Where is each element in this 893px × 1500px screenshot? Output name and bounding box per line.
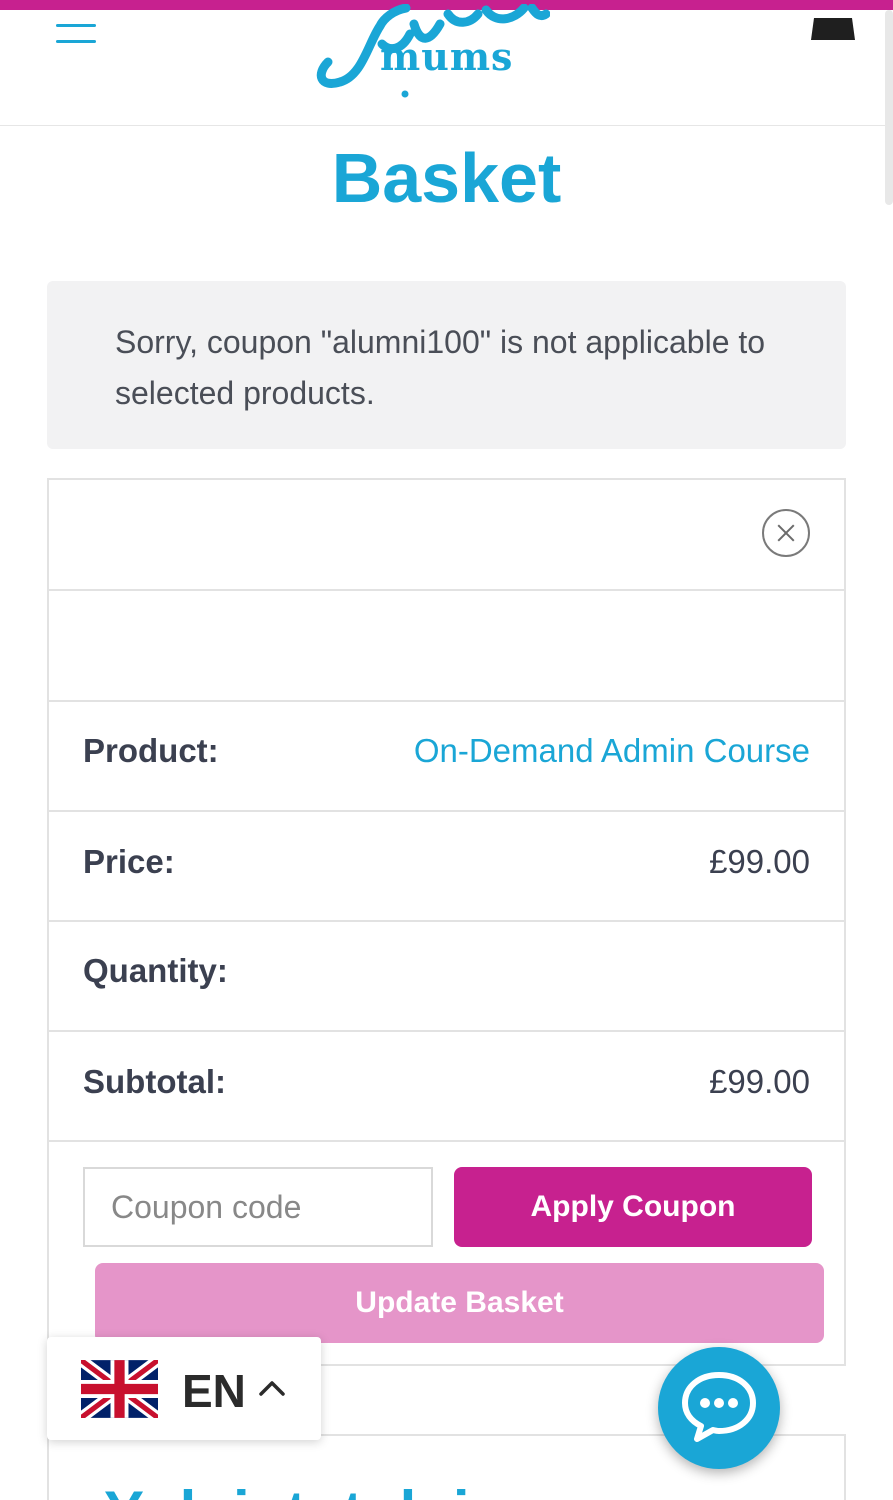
- table-row-price: Price: £99.00: [49, 812, 844, 922]
- table-row-subtotal: Subtotal: £99.00: [49, 1032, 844, 1142]
- update-basket-button[interactable]: Update Basket: [95, 1263, 824, 1343]
- chevron-up-icon: [259, 1381, 285, 1396]
- product-label: Product:: [83, 732, 219, 769]
- table-row-thumbnail: [49, 591, 844, 702]
- logo-wordmark: mums: [380, 34, 514, 79]
- coupon-error-notice: Sorry, coupon "alumni100" is not applica…: [47, 281, 846, 449]
- site-header: mums: [0, 3, 893, 126]
- apply-coupon-button[interactable]: Apply Coupon: [454, 1167, 812, 1247]
- coupon-code-input[interactable]: [83, 1167, 433, 1247]
- shopping-bag-icon[interactable]: [808, 10, 858, 52]
- remove-item-icon[interactable]: [762, 509, 810, 557]
- product-name-link[interactable]: On-Demand Admin Course: [414, 732, 810, 770]
- subtotal-value: £99.00: [709, 1063, 810, 1100]
- site-logo[interactable]: mums: [310, 3, 551, 100]
- next-section-heading: Y l i t t l i: [104, 1478, 480, 1500]
- hamburger-menu-icon[interactable]: [56, 22, 96, 48]
- basket-table: Product: On-Demand Admin Course Price: £…: [47, 478, 846, 1366]
- notice-message: Sorry, coupon "alumni100" is not applica…: [115, 324, 766, 411]
- table-row-remove: [49, 480, 844, 591]
- price-value: £99.00: [709, 843, 810, 880]
- language-switcher[interactable]: EN: [47, 1337, 321, 1440]
- quantity-label: Quantity:: [83, 952, 228, 989]
- table-row-product: Product: On-Demand Admin Course: [49, 702, 844, 812]
- table-row-quantity: Quantity:: [49, 922, 844, 1032]
- page-title: Basket: [331, 139, 562, 217]
- language-code: EN: [182, 1365, 246, 1417]
- chat-icon: [682, 1372, 756, 1442]
- live-chat-button[interactable]: [658, 1347, 780, 1469]
- price-label: Price:: [83, 843, 175, 880]
- subtotal-label: Subtotal:: [83, 1063, 226, 1100]
- uk-flag-icon: [81, 1360, 158, 1418]
